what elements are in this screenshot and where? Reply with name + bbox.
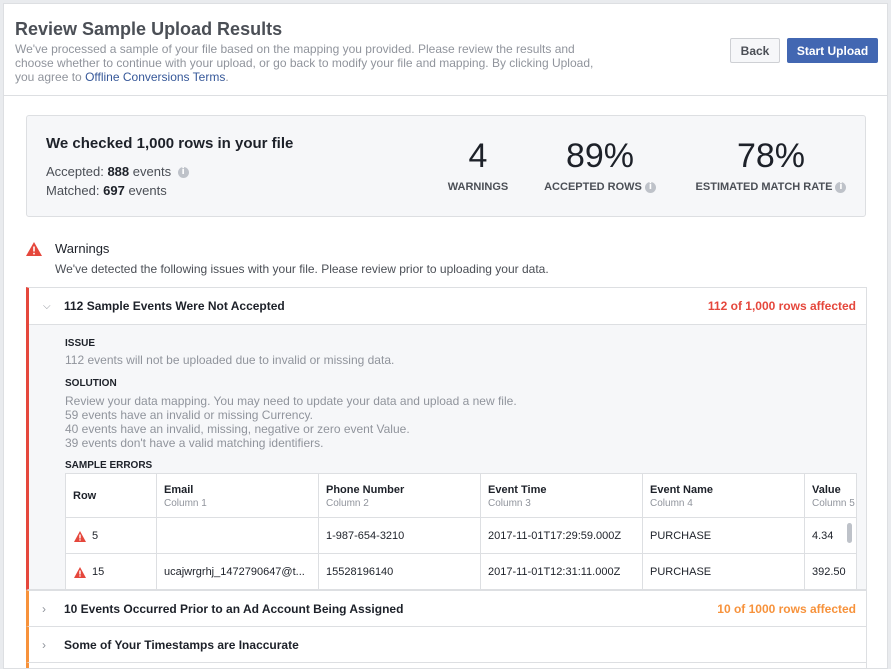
metric-label: ACCEPTED ROWS i bbox=[541, 181, 659, 193]
table-scrollbar[interactable] bbox=[847, 523, 852, 543]
info-icon[interactable]: i bbox=[644, 181, 656, 193]
matched-label: Matched: bbox=[46, 183, 100, 198]
review-panel: Review Sample Upload Results We've proce… bbox=[3, 3, 888, 669]
accepted-label: Accepted: bbox=[46, 164, 104, 179]
solution-line: 59 events have an invalid or missing Cur… bbox=[65, 408, 313, 422]
rows-affected: 112 of 1,000 rows affected bbox=[707, 299, 856, 313]
value-cell: 392.50 bbox=[812, 566, 846, 578]
metric-value: 89% bbox=[565, 137, 635, 175]
warning-item-details: ISSUE 112 events will not be uploaded du… bbox=[29, 324, 866, 589]
metric-estimated-match-rate: 78% ESTIMATED MATCH RATE i bbox=[691, 136, 851, 193]
solution-label: SOLUTION bbox=[65, 378, 117, 389]
warning-item-header[interactable]: ⌵ 112 Sample Events Were Not Accepted 11… bbox=[29, 288, 866, 324]
page-subtitle: We've processed a sample of your file ba… bbox=[15, 42, 615, 84]
metric-value: 4 bbox=[468, 137, 488, 175]
issue-text: 112 events will not be uploaded due to i… bbox=[65, 353, 395, 367]
warnings-description: We've detected the following issues with… bbox=[55, 262, 549, 276]
solution-line: 39 events don't have a valid matching id… bbox=[65, 436, 324, 450]
accepted-summary: Accepted: 888 events i bbox=[46, 164, 189, 179]
warning-item-next bbox=[26, 662, 867, 668]
sample-errors-table[interactable]: Row Email Column 1 Phone Number Column 2… bbox=[65, 473, 857, 589]
warnings-title: Warnings bbox=[55, 241, 110, 256]
email-cell: ucajwrgrhj_1472790647@t... bbox=[157, 554, 319, 589]
back-button[interactable]: Back bbox=[730, 38, 780, 63]
rows-affected: 10 of 1000 rows affected bbox=[717, 602, 856, 616]
warning-item-not-accepted: ⌵ 112 Sample Events Were Not Accepted 11… bbox=[26, 287, 867, 590]
row-number-cell: 15 bbox=[66, 554, 157, 589]
row-number-cell: 5 bbox=[66, 518, 157, 554]
column-header-event-time: Event Time Column 3 bbox=[481, 474, 643, 518]
page-title: Review Sample Upload Results bbox=[15, 19, 283, 39]
warning-item-prior-to-ad-account: › 10 Events Occurred Prior to an Ad Acco… bbox=[26, 590, 867, 627]
issue-label: ISSUE bbox=[65, 338, 96, 349]
column-header-event-name: Event Name Column 4 bbox=[643, 474, 805, 518]
warning-item-header[interactable]: › 10 Events Occurred Prior to an Ad Acco… bbox=[29, 591, 866, 627]
column-header-phone: Phone Number Column 2 bbox=[319, 474, 481, 518]
solution-line: Review your data mapping. You may need t… bbox=[65, 394, 517, 408]
chevron-right-icon[interactable]: › bbox=[42, 602, 46, 616]
warning-item-title: 112 Sample Events Were Not Accepted bbox=[64, 299, 285, 313]
column-header-row: Row bbox=[66, 474, 157, 518]
info-icon[interactable]: i bbox=[177, 167, 189, 179]
metric-label: WARNINGS bbox=[447, 181, 509, 193]
matched-summary: Matched: 697 events bbox=[46, 183, 167, 198]
event-name-cell: PURCHASE bbox=[643, 518, 805, 554]
table-row: 5 1-987-654-3210 2017-11-01T17:29:59.000… bbox=[66, 518, 856, 554]
metric-value: 78% bbox=[736, 137, 806, 175]
solution-line: 40 events have an invalid, missing, nega… bbox=[65, 422, 410, 436]
event-time-cell: 2017-11-01T17:29:59.000Z bbox=[481, 518, 643, 554]
subtitle-suffix: . bbox=[225, 70, 229, 84]
accepted-value: 888 bbox=[107, 164, 130, 179]
summary-title: We checked 1,000 rows in your file bbox=[46, 135, 294, 152]
warning-item-timestamps-inaccurate: › Some of Your Timestamps are Inaccurate bbox=[26, 626, 867, 663]
sample-errors-label: SAMPLE ERRORS bbox=[65, 460, 153, 471]
metric-warnings: 4 WARNINGS bbox=[445, 136, 511, 193]
metric-label: ESTIMATED MATCH RATE i bbox=[691, 181, 851, 193]
offline-conversions-terms-link[interactable]: Offline Conversions Terms bbox=[85, 70, 225, 84]
column-header-value: Value Column 5 bbox=[805, 474, 856, 518]
email-cell bbox=[157, 518, 319, 554]
column-header-email: Email Column 1 bbox=[157, 474, 319, 518]
phone-cell: 15528196140 bbox=[319, 554, 481, 589]
page-header: Review Sample Upload Results We've proce… bbox=[4, 4, 887, 96]
warning-icon bbox=[74, 530, 86, 542]
accepted-unit: events bbox=[132, 164, 172, 179]
matched-value: 697 bbox=[103, 183, 125, 198]
warning-item-title: Some of Your Timestamps are Inaccurate bbox=[64, 638, 299, 652]
chevron-right-icon[interactable]: › bbox=[42, 638, 46, 652]
event-time-cell: 2017-11-01T12:31:11.000Z bbox=[481, 554, 643, 589]
metric-accepted-rows: 89% ACCEPTED ROWS i bbox=[541, 136, 659, 193]
table-row: 15 ucajwrgrhj_1472790647@t... 1552819614… bbox=[66, 554, 856, 589]
matched-unit: events bbox=[128, 183, 167, 198]
start-upload-button[interactable]: Start Upload bbox=[787, 38, 878, 63]
summary-card: We checked 1,000 rows in your file Accep… bbox=[26, 115, 866, 217]
warning-item-title: 10 Events Occurred Prior to an Ad Accoun… bbox=[64, 602, 404, 616]
chevron-down-icon[interactable]: ⌵ bbox=[43, 301, 51, 312]
warning-icon bbox=[26, 242, 42, 256]
info-icon[interactable]: i bbox=[835, 181, 847, 193]
phone-cell: 1-987-654-3210 bbox=[319, 518, 481, 554]
event-name-cell: PURCHASE bbox=[643, 554, 805, 589]
warning-icon bbox=[74, 566, 86, 578]
warning-item-header[interactable]: › Some of Your Timestamps are Inaccurate bbox=[29, 627, 866, 663]
